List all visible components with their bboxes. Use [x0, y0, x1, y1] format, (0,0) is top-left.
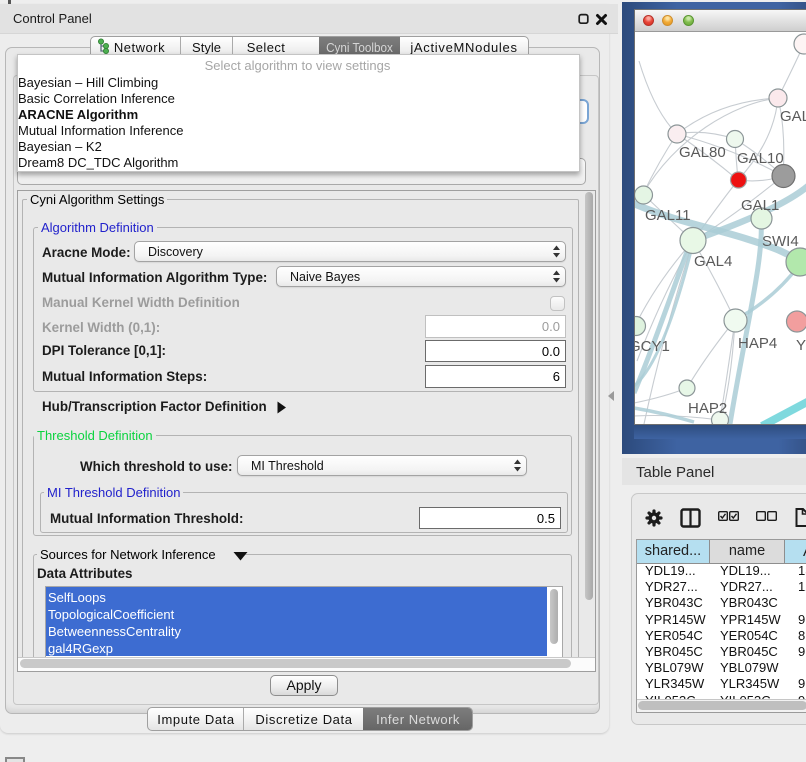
svg-text:GAL4: GAL4 [694, 253, 732, 270]
svg-text:GAL11: GAL11 [645, 207, 691, 224]
svg-text:GAL80: GAL80 [679, 144, 726, 161]
svg-text:Y: Y [796, 337, 806, 354]
svg-text:GAL10: GAL10 [737, 150, 784, 167]
svg-text:HAP4: HAP4 [738, 335, 777, 352]
svg-text:HAP2: HAP2 [688, 400, 727, 417]
svg-text:GCY1: GCY1 [635, 338, 670, 355]
svg-text:GAL1: GAL1 [741, 197, 779, 214]
svg-text:GAL: GAL [780, 108, 806, 125]
svg-text:SWI4: SWI4 [762, 233, 799, 250]
